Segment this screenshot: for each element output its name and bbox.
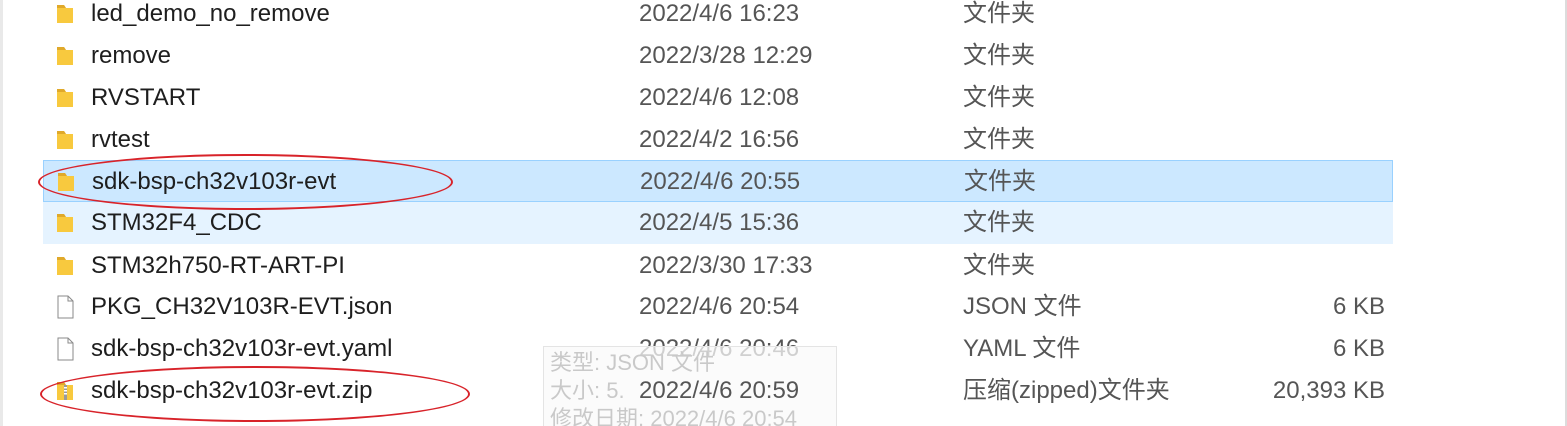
file-row-stm32f4-cdc[interactable]: STM32F4_CDC 2022/4/5 15:36 文件夹 <box>43 202 1393 244</box>
file-name: STM32F4_CDC <box>91 209 262 236</box>
file-name: remove <box>91 42 172 69</box>
file-size: 6 KB <box>1332 293 1385 320</box>
folder-icon <box>55 44 75 68</box>
folder-icon <box>55 86 75 110</box>
file-row-sdk-bsp-folder[interactable]: sdk-bsp-ch32v103r-evt 2022/4/6 20:55 文件夹 <box>43 160 1393 202</box>
file-date: 2022/4/6 16:23 <box>639 0 800 27</box>
folder-icon <box>56 170 76 194</box>
folder-icon <box>55 254 75 278</box>
file-row-zip[interactable]: sdk-bsp-ch32v103r-evt.zip 2022/4/6 20:59… <box>43 370 1393 412</box>
folder-icon <box>55 128 75 152</box>
file-date: 2022/4/6 20:59 <box>639 377 800 404</box>
file-type: YAML 文件 <box>963 335 1081 362</box>
file-date: 2022/3/28 12:29 <box>639 42 813 69</box>
file-list: led_demo_no_remove 2022/4/6 16:23 文件夹 re… <box>0 0 1567 426</box>
file-row-remove[interactable]: remove 2022/3/28 12:29 文件夹 <box>43 35 1393 77</box>
file-type: 文件夹 <box>964 168 1036 195</box>
file-name: sdk-bsp-ch32v103r-evt <box>92 168 337 195</box>
file-type: 文件夹 <box>963 42 1035 69</box>
file-row-rvstart[interactable]: RVSTART 2022/4/6 12:08 文件夹 <box>43 77 1393 119</box>
file-name: led_demo_no_remove <box>91 0 330 27</box>
file-name: PKG_CH32V103R-EVT.json <box>91 293 393 320</box>
file-name: RVSTART <box>91 84 201 111</box>
file-name: sdk-bsp-ch32v103r-evt.yaml <box>91 335 393 362</box>
folder-icon <box>55 211 75 235</box>
file-type: 文件夹 <box>963 209 1035 236</box>
file-date: 2022/4/6 20:54 <box>639 293 800 320</box>
file-date: 2022/4/5 15:36 <box>639 209 800 236</box>
file-row-led-demo-no-remove[interactable]: led_demo_no_remove 2022/4/6 16:23 文件夹 <box>43 0 1393 35</box>
file-date: 2022/4/2 16:56 <box>639 126 800 153</box>
file-row-pkg-json[interactable]: PKG_CH32V103R-EVT.json 2022/4/6 20:54 JS… <box>43 286 1393 328</box>
file-icon <box>55 295 75 319</box>
file-row-stm32h750[interactable]: STM32h750-RT-ART-PI 2022/3/30 17:33 文件夹 <box>43 245 1393 287</box>
file-type: JSON 文件 <box>963 293 1082 320</box>
file-name: sdk-bsp-ch32v103r-evt.zip <box>91 377 373 404</box>
file-type: 文件夹 <box>963 84 1035 111</box>
file-name: STM32h750-RT-ART-PI <box>91 252 345 279</box>
explorer-frame: led_demo_no_remove 2022/4/6 16:23 文件夹 re… <box>0 0 1567 426</box>
file-size: 20,393 KB <box>1272 377 1385 404</box>
file-row-rvtest[interactable]: rvtest 2022/4/2 16:56 文件夹 <box>43 119 1393 161</box>
file-type: 文件夹 <box>963 126 1035 153</box>
file-name: rvtest <box>91 126 150 153</box>
file-type: 压缩(zipped)文件夹 <box>963 377 1170 404</box>
file-type: 文件夹 <box>963 252 1035 279</box>
file-date: 2022/4/6 20:55 <box>640 168 801 195</box>
file-icon <box>55 337 75 361</box>
file-date: 2022/3/30 17:33 <box>639 252 813 279</box>
file-date: 2022/4/6 12:08 <box>639 84 800 111</box>
folder-icon <box>55 2 75 26</box>
zip-folder-icon <box>55 379 75 403</box>
file-type: 文件夹 <box>963 0 1035 27</box>
file-size: 6 KB <box>1332 335 1385 362</box>
